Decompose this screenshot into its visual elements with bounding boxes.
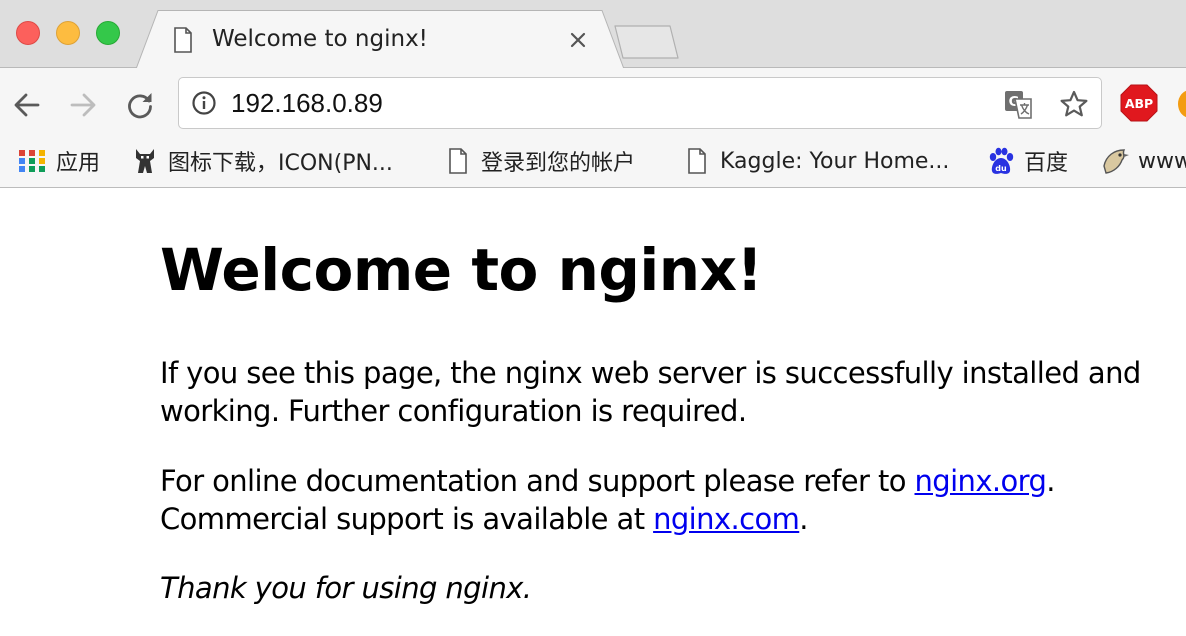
window-maximize-button[interactable] (96, 21, 120, 45)
bookmarks-bar: 应用 图标下载，ICON(PN... 登录到您的帐户 Kaggle: Your … (0, 138, 1186, 188)
address-bar[interactable]: 192.168.0.89 G (178, 77, 1102, 129)
commercial-text: Commercial support is available at (160, 502, 654, 536)
info-icon[interactable] (191, 90, 217, 116)
nginx-org-link[interactable]: nginx.org (915, 464, 1047, 498)
page-icon (688, 148, 706, 174)
bookmark-icon-download[interactable]: 图标下载，ICON(PN... (130, 138, 393, 184)
bookmark-www[interactable]: www (1100, 138, 1186, 184)
forward-icon[interactable] (68, 90, 98, 120)
bookmark-apps[interactable]: 应用 (18, 138, 100, 184)
bird-icon (1103, 149, 1129, 174)
window-minimize-button[interactable] (56, 21, 80, 45)
bookmark-label: Kaggle: Your Home... (720, 148, 950, 174)
adblock-plus-icon[interactable]: ABP (1120, 84, 1158, 122)
page-icon (449, 148, 467, 174)
bookmark-label: www (1138, 148, 1186, 174)
thanks-paragraph: Thank you for using nginx. (160, 571, 532, 605)
page-icon (174, 27, 192, 53)
window-close-button[interactable] (16, 21, 40, 45)
intro-line-2: working. Further configuration is requir… (160, 394, 747, 428)
bookmark-kaggle[interactable]: Kaggle: Your Home... (682, 138, 949, 184)
svg-text:ABP: ABP (1125, 96, 1153, 111)
commercial-period: . (799, 502, 808, 536)
star-icon[interactable] (1059, 89, 1089, 119)
docs-period: . (1046, 464, 1055, 498)
page-title: Welcome to nginx! (160, 236, 763, 304)
url-text[interactable]: 192.168.0.89 (231, 88, 383, 119)
apps-grid-icon (19, 150, 45, 172)
bookmark-label: 图标下载，ICON(PN... (168, 151, 393, 176)
bookmark-baidu[interactable]: du 百度 (986, 138, 1068, 184)
translate-icon[interactable]: G (1004, 90, 1034, 120)
toolbar: 192.168.0.89 G ABP (0, 68, 1186, 138)
reload-icon[interactable] (125, 90, 155, 120)
back-icon[interactable] (12, 90, 42, 120)
extension-icon[interactable] (1178, 90, 1186, 118)
baidu-paw-icon: du (989, 147, 1014, 174)
new-tab-button[interactable] (612, 25, 680, 59)
tab-title: Welcome to nginx! (212, 26, 428, 52)
tab-strip: Welcome to nginx! (0, 0, 1186, 69)
bookmark-login[interactable]: 登录到您的帐户 (443, 138, 635, 184)
support-paragraph: For online documentation and support ple… (160, 462, 1055, 538)
icon-site-icon (136, 149, 154, 173)
bookmark-label: 百度 (1024, 151, 1069, 176)
close-icon[interactable] (566, 28, 590, 52)
intro-line-1: If you see this page, the nginx web serv… (160, 356, 1141, 390)
bookmark-label: 应用 (56, 151, 101, 176)
docs-text: For online documentation and support ple… (160, 464, 915, 498)
intro-paragraph: If you see this page, the nginx web serv… (160, 354, 1141, 430)
nginx-com-link[interactable]: nginx.com (653, 502, 800, 536)
bookmark-label: 登录到您的帐户 (481, 151, 636, 176)
svg-text:du: du (995, 164, 1007, 173)
